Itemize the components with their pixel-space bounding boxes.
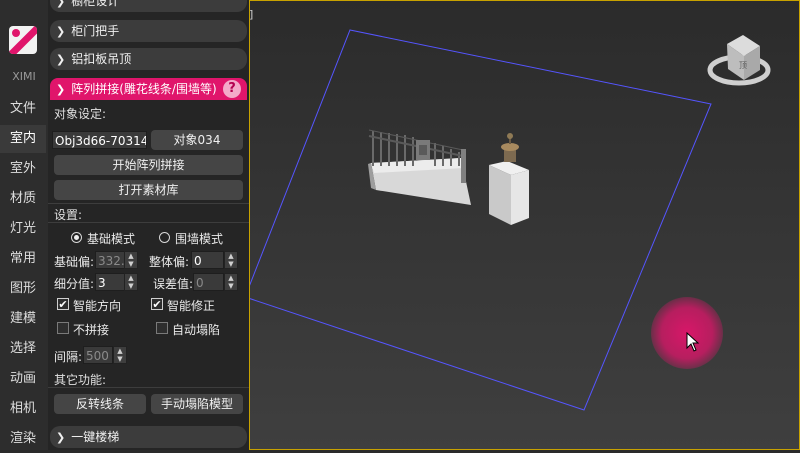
menu-exterior[interactable]: 室外 xyxy=(0,155,46,183)
auto-collapse-checkbox[interactable] xyxy=(156,322,168,334)
chevron-right-icon: ❯ xyxy=(56,53,66,66)
menu-animation[interactable]: 动画 xyxy=(0,365,46,393)
section-door-handle[interactable]: ❯ 柜门把手 xyxy=(50,20,247,42)
no-join-label: 不拼接 xyxy=(73,323,110,337)
overall-offset-field[interactable]: 0 xyxy=(191,251,224,269)
divider xyxy=(48,222,249,223)
error-field[interactable]: 0 xyxy=(193,273,224,291)
start-array-button[interactable]: 开始阵列拼接 xyxy=(54,155,243,175)
spacing-field[interactable]: 500 xyxy=(83,346,113,364)
object-name-field[interactable]: Obj3d66-70314 xyxy=(52,131,147,149)
menu-light[interactable]: 灯光 xyxy=(0,215,46,243)
base-offset-label: 基础偏: xyxy=(54,255,95,269)
overall-offset-stepper[interactable]: ▲ ▼ xyxy=(224,251,238,269)
chevron-right-icon: ❯ xyxy=(56,431,66,444)
base-offset-stepper[interactable]: ▲ ▼ xyxy=(124,251,138,269)
chevron-right-icon: ❯ xyxy=(56,25,66,38)
other-functions-label: 其它功能: xyxy=(54,373,107,387)
smart-fix-label: 智能修正 xyxy=(167,299,216,313)
brand-name: XIMI xyxy=(12,70,36,83)
subdiv-label: 细分值: xyxy=(54,277,95,291)
mode-basic-label: 基础模式 xyxy=(87,232,136,246)
viewport-label: ] xyxy=(249,8,254,21)
section-cabinet[interactable]: ❯ 橱柜设计 xyxy=(50,0,247,12)
section-stairs[interactable]: ❯ 一键楼梯 xyxy=(50,426,247,448)
smart-direction-checkbox[interactable]: ✔ xyxy=(57,298,69,310)
menu-modeling[interactable]: 建模 xyxy=(0,305,46,333)
chevron-right-icon: ❯ xyxy=(56,0,66,8)
no-join-checkbox[interactable] xyxy=(57,322,69,334)
mode-basic-radio[interactable] xyxy=(71,232,82,243)
settings-label: 设置: xyxy=(54,208,83,222)
smart-fix-checkbox[interactable]: ✔ xyxy=(151,298,163,310)
viewport-active-border xyxy=(249,0,800,450)
menu-shape[interactable]: 图形 xyxy=(0,275,46,303)
manual-collapse-button[interactable]: 手动塌陷模型 xyxy=(151,394,243,414)
menu-select[interactable]: 选择 xyxy=(0,335,46,363)
menu-common[interactable]: 常用 xyxy=(0,245,46,273)
tool-panel: ❯ 橱柜设计 ❯ 柜门把手 ❯ 铝扣板吊顶 ❯ 阵列拼接(雕花线条/围墙等) ? 对象设… xyxy=(48,0,249,450)
mode-wall-radio[interactable] xyxy=(159,232,170,243)
base-offset-field[interactable]: 332.4 xyxy=(95,251,125,269)
subdiv-stepper[interactable]: ▲ ▼ xyxy=(124,273,138,291)
smart-direction-label: 智能方向 xyxy=(73,299,122,313)
main-menu-rail: XIMI 文件 室内 室外 材质 灯光 常用 图形 建模 选择 动画 相机 渲染 xyxy=(0,0,49,450)
reverse-line-button[interactable]: 反转线条 xyxy=(54,394,146,414)
app-logo xyxy=(9,26,37,54)
section-array-join[interactable]: ❯ 阵列拼接(雕花线条/围墙等) ? xyxy=(50,78,247,100)
object-pick-button[interactable]: 对象034 xyxy=(151,130,243,150)
divider xyxy=(48,203,249,204)
open-library-button[interactable]: 打开素材库 xyxy=(54,180,243,200)
error-label: 误差值: xyxy=(153,277,194,291)
overall-offset-label: 整体偏: xyxy=(149,255,190,269)
subdiv-field[interactable]: 3 xyxy=(95,273,125,291)
auto-collapse-label: 自动塌陷 xyxy=(172,323,221,337)
cursor-icon xyxy=(686,332,700,352)
menu-material[interactable]: 材质 xyxy=(0,185,46,213)
help-icon[interactable]: ? xyxy=(223,80,241,98)
mode-wall-label: 围墙模式 xyxy=(175,232,224,246)
menu-camera[interactable]: 相机 xyxy=(0,395,46,423)
menu-interior[interactable]: 室内 xyxy=(0,125,46,153)
menu-render[interactable]: 渲染 xyxy=(0,425,46,453)
menu-file[interactable]: 文件 xyxy=(0,95,46,123)
spacing-label: 间隔: xyxy=(54,350,83,364)
divider xyxy=(48,387,249,388)
error-stepper[interactable]: ▲ ▼ xyxy=(224,273,238,291)
section-ceiling[interactable]: ❯ 铝扣板吊顶 xyxy=(50,48,247,70)
spacing-stepper[interactable]: ▲ ▼ xyxy=(113,346,127,364)
object-settings-label: 对象设定: xyxy=(54,107,107,121)
viewport-3d[interactable]: 顶 xyxy=(249,0,800,450)
chevron-down-icon: ❯ xyxy=(56,83,66,96)
